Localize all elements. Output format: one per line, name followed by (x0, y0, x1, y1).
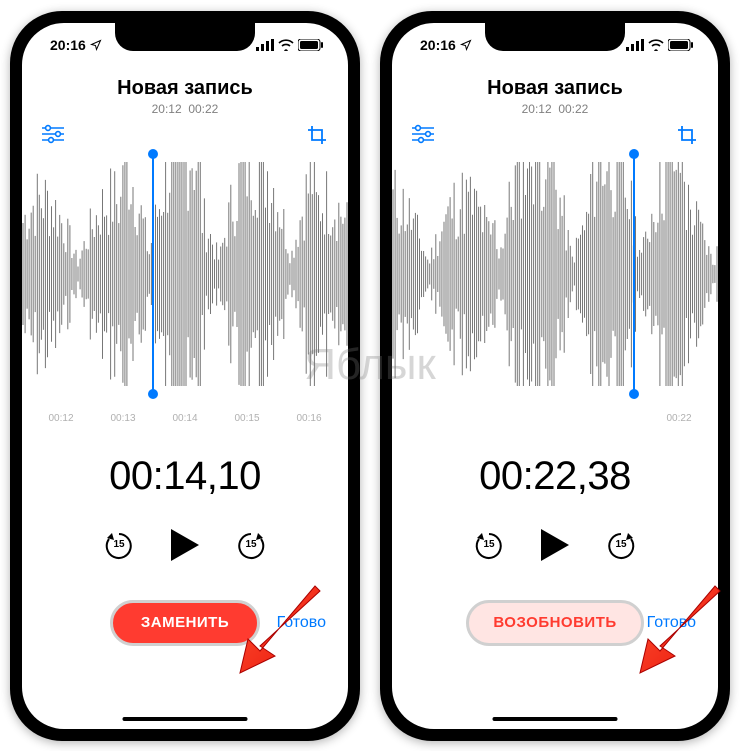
waveform (22, 154, 348, 394)
tick-label (400, 413, 462, 424)
playhead[interactable] (633, 154, 635, 394)
phone-frame: 20:16 Новая запись 20:12 00:22 (10, 11, 360, 741)
trim-icon[interactable] (306, 124, 328, 146)
current-time: 00:14,10 (22, 454, 348, 499)
playhead[interactable] (152, 154, 154, 394)
play-button[interactable] (539, 527, 571, 566)
waveform-area[interactable]: 00:12 00:13 00:14 00:15 00:16 (22, 154, 348, 434)
play-button[interactable] (169, 527, 201, 566)
tick-label (524, 413, 586, 424)
wifi-icon (278, 39, 294, 51)
equalizer-icon[interactable] (412, 124, 434, 146)
phone-screen: 20:16 Новая запись 20:12 00:22 (392, 23, 718, 729)
home-indicator[interactable] (123, 717, 248, 721)
recording-title: Новая запись (392, 77, 718, 100)
status-time: 20:16 (50, 37, 86, 53)
equalizer-icon[interactable] (42, 124, 64, 146)
tick-label: 00:15 (216, 413, 278, 424)
transport-controls: 15 15 (392, 527, 718, 566)
trim-icon[interactable] (676, 124, 698, 146)
done-button[interactable]: Готово (277, 614, 326, 632)
skip-forward-button[interactable]: 15 (235, 530, 267, 562)
notch (115, 23, 255, 51)
cellular-icon (626, 39, 644, 51)
tick-label: 00:12 (30, 413, 92, 424)
recording-subtitle: 20:12 00:22 (392, 102, 718, 116)
tick-label: 00:16 (278, 413, 340, 424)
resume-button[interactable]: ВОЗОБНОВИТЬ (466, 600, 643, 646)
time-ruler: 00:12 00:13 00:14 00:15 00:16 (22, 413, 348, 424)
skip-amount: 15 (473, 539, 505, 550)
recording-subtitle: 20:12 00:22 (22, 102, 348, 116)
tick-label: 00:14 (154, 413, 216, 424)
replace-button[interactable]: ЗАМЕНИТЬ (110, 600, 260, 646)
done-button[interactable]: Готово (647, 614, 696, 632)
waveform-area[interactable]: 00:22 (392, 154, 718, 434)
recording-title: Новая запись (22, 77, 348, 100)
skip-forward-button[interactable]: 15 (605, 530, 637, 562)
skip-amount: 15 (605, 539, 637, 550)
wifi-icon (648, 39, 664, 51)
phone-frame: 20:16 Новая запись 20:12 00:22 (380, 11, 730, 741)
skip-back-button[interactable]: 15 (103, 530, 135, 562)
transport-controls: 15 15 (22, 527, 348, 566)
time-ruler: 00:22 (392, 413, 718, 424)
tick-label (586, 413, 648, 424)
skip-amount: 15 (235, 539, 267, 550)
home-indicator[interactable] (493, 717, 618, 721)
current-time: 00:22,38 (392, 454, 718, 499)
skip-back-button[interactable]: 15 (473, 530, 505, 562)
tick-label: 00:22 (648, 413, 710, 424)
location-icon (90, 39, 102, 51)
tick-label: 00:13 (92, 413, 154, 424)
tick-label (462, 413, 524, 424)
location-icon (460, 39, 472, 51)
skip-amount: 15 (103, 539, 135, 550)
status-time: 20:16 (420, 37, 456, 53)
cellular-icon (256, 39, 274, 51)
battery-icon (298, 39, 324, 51)
waveform (392, 154, 718, 394)
notch (485, 23, 625, 51)
phone-screen: 20:16 Новая запись 20:12 00:22 (22, 23, 348, 729)
battery-icon (668, 39, 694, 51)
